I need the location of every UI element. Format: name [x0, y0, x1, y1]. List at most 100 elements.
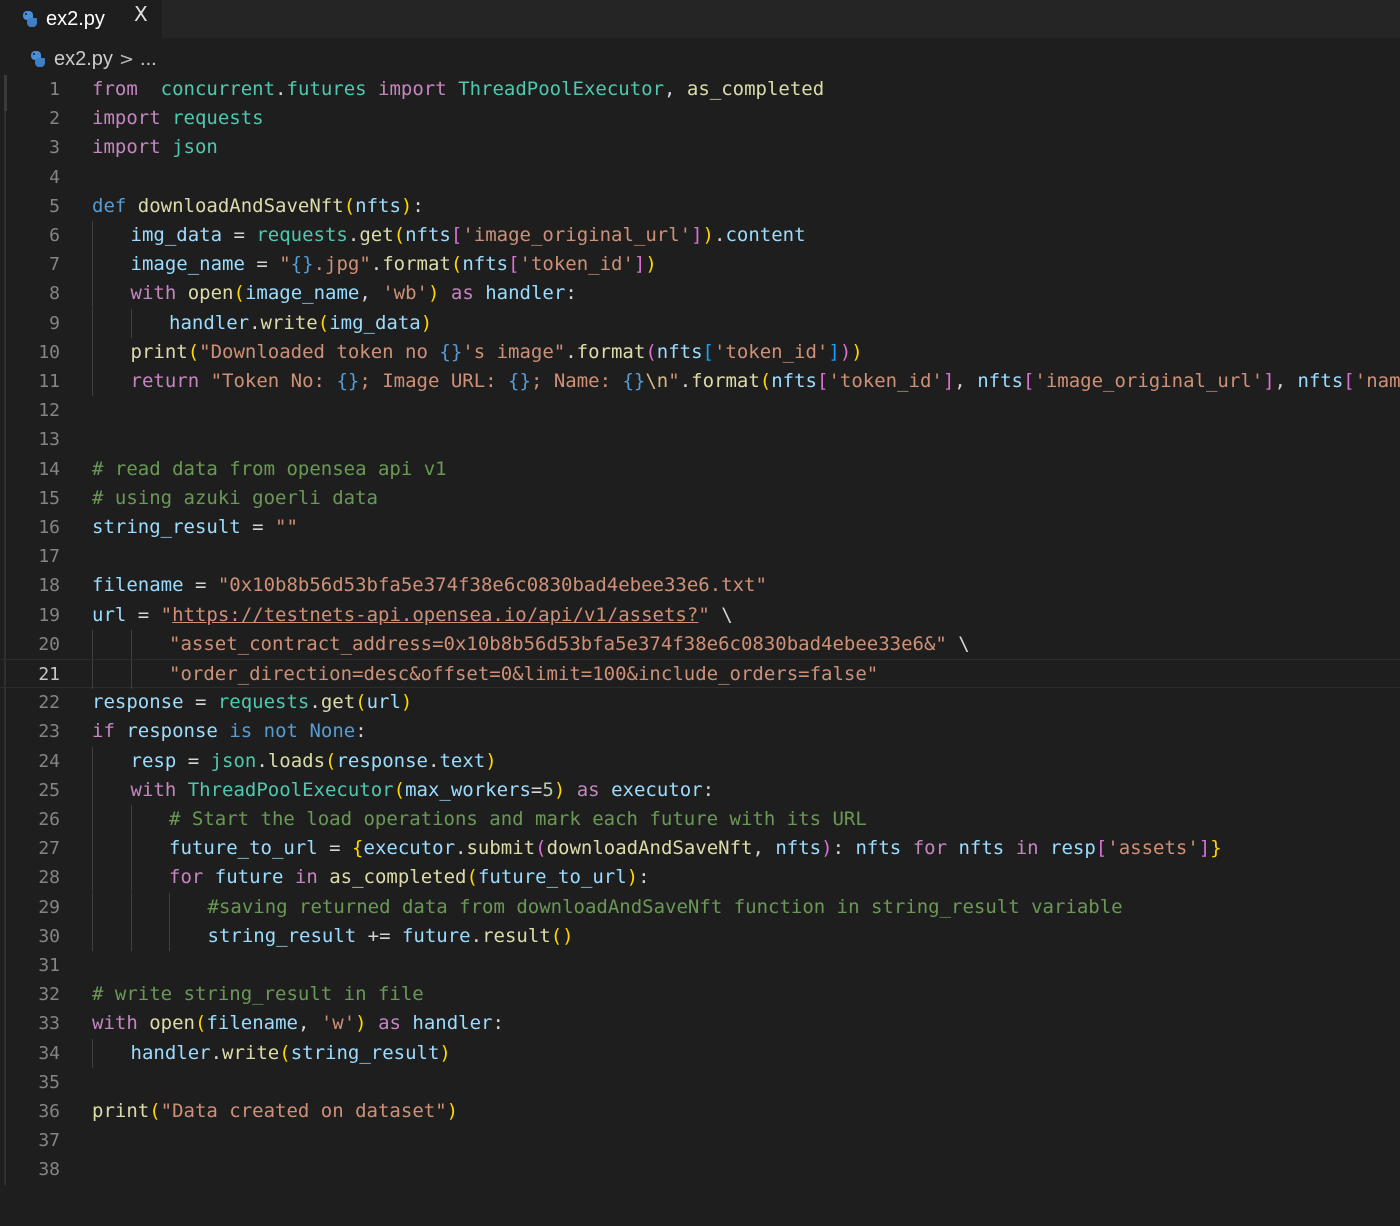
code-line[interactable]: 3 import json [0, 133, 1400, 162]
code-token: , [1274, 370, 1298, 392]
code-token: text [439, 749, 486, 772]
code-token: with [130, 778, 177, 801]
indent-guide [131, 863, 132, 893]
line-number: 30 [38, 925, 60, 947]
code-token: ) [400, 691, 413, 714]
code-line[interactable]: 16 string_result = "" [0, 513, 1400, 542]
code-line[interactable]: 7 image_name = "{}.jpg".format(nfts['toke… [0, 250, 1400, 280]
code-token: , [359, 282, 383, 305]
code-token: json [172, 136, 218, 159]
code-token: ) [427, 282, 440, 305]
code-text: import requests [92, 104, 264, 133]
close-icon[interactable]: X [134, 2, 148, 26]
line-number: 7 [49, 254, 60, 276]
code-line[interactable]: 31 [0, 951, 1400, 980]
line-number: 29 [38, 896, 60, 918]
code-line[interactable]: 4 [0, 163, 1400, 192]
code-line[interactable]: 35 [0, 1068, 1400, 1097]
code-line[interactable]: 22 response = requests.get(url) [0, 688, 1400, 717]
code-line[interactable]: 37 [0, 1126, 1400, 1155]
code-token: [ [817, 370, 829, 392]
code-text: resp = json.loads(response.text) [131, 747, 497, 776]
code-token: 's image" [462, 340, 566, 363]
code-line[interactable]: 24 resp = json.loads(response.text) [0, 746, 1400, 776]
indent-guide [131, 892, 132, 922]
code-line[interactable]: 2 import requests [0, 104, 1400, 133]
code-token: None [309, 720, 356, 743]
code-token: as [576, 778, 600, 801]
code-line[interactable]: 12 [0, 396, 1400, 425]
code-line[interactable]: 34 handler.write(string_result) [0, 1038, 1400, 1068]
code-token: as [450, 282, 474, 305]
code-line[interactable]: 15 # using azuki goerli data [0, 484, 1400, 513]
code-line[interactable]: 21 "order_direction=desc&offset=0&limit=1… [0, 659, 1400, 689]
code-line[interactable]: 13 [0, 425, 1400, 454]
code-token: in [1015, 837, 1039, 860]
code-token: ) [851, 340, 863, 363]
code-token: ( [279, 1041, 291, 1064]
code-line[interactable]: 9 handler.write(img_data) [0, 308, 1400, 338]
code-line[interactable]: 18 filename = "0x10b8b56d53bfa5e374f38e6c… [0, 571, 1400, 600]
code-token: is [229, 720, 253, 743]
code-token: ] [633, 253, 646, 276]
code-line[interactable]: 10 print("Downloaded token no {}'s image"… [0, 337, 1400, 367]
code-line[interactable]: 1 from concurrent.futures import ThreadPo… [0, 75, 1400, 104]
code-line[interactable]: 6 img_data = requests.get(nfts['image_ori… [0, 221, 1400, 250]
code-token: image_name [244, 282, 360, 305]
code-token: https://testnets-api.opensea.io/api/v1/a… [172, 603, 699, 626]
code-line[interactable]: 36 print("Data created on dataset") [0, 1097, 1400, 1126]
indent-guide [92, 629, 93, 659]
code-line[interactable]: 8 with open(image_name, 'wb') as handler: [0, 279, 1400, 309]
code-line[interactable]: 29 #saving returned data from downloadAnd… [0, 892, 1400, 922]
code-text: return "Token No: {}; Image URL: {}; Nam… [131, 367, 1400, 396]
code-token: . [370, 253, 383, 276]
code-token: img_data [130, 224, 223, 246]
code-line[interactable]: 5 def downloadAndSaveNft(nfts): [0, 192, 1400, 221]
code-line[interactable]: 23 if response is not None: [0, 717, 1400, 746]
tab-ex2-py[interactable]: ex2.py X [0, 0, 163, 38]
breadcrumb-file[interactable]: ex2.py [54, 48, 113, 71]
breadcrumb-symbols[interactable]: ... [140, 48, 157, 71]
code-line[interactable]: 20 "asset_contract_address=0x10b8b56d53bf… [0, 629, 1400, 659]
indent-guide [92, 834, 93, 864]
code-text: handler.write(img_data) [169, 309, 432, 338]
code-token: ( [393, 778, 406, 801]
code-text: # write string_result in file [92, 980, 424, 1009]
code-token: {} [336, 370, 360, 392]
code-line[interactable]: 33 with open(filename, 'w') as handler: [0, 1009, 1400, 1038]
code-editor[interactable]: 1 from concurrent.futures import ThreadPo… [0, 75, 1400, 1226]
code-line[interactable]: 38 [0, 1155, 1400, 1184]
code-line[interactable]: 27 future_to_url = {executor.submit(downl… [0, 834, 1400, 864]
code-line[interactable]: 30 string_result += future.result() [0, 921, 1400, 951]
code-line[interactable]: 11 return "Token No: {}; Image URL: {}; N… [0, 367, 1400, 396]
code-line[interactable]: 26 # Start the load operations and mark e… [0, 805, 1400, 834]
code-line[interactable]: 14 # read data from opensea api v1 [0, 455, 1400, 484]
code-token: nfts [771, 370, 817, 392]
code-token: from [92, 78, 138, 100]
code-token: ] [1263, 370, 1275, 392]
code-token: format [576, 340, 646, 363]
code-text: img_data = requests.get(nfts['image_orig… [131, 221, 806, 250]
code-line[interactable]: 28 for future in as_completed(future_to_u… [0, 863, 1400, 893]
code-text: with ThreadPoolExecutor(max_workers=5) a… [131, 776, 715, 805]
code-token: def [92, 194, 127, 217]
indent-guide [131, 805, 132, 834]
code-line[interactable]: 32 # write string_result in file [0, 980, 1400, 1009]
breadcrumb[interactable]: ex2.py > ... [30, 46, 157, 72]
code-token: open [187, 282, 234, 305]
line-number: 4 [49, 166, 60, 188]
code-token: 'token_id' [713, 340, 829, 363]
code-line[interactable]: 19 url = "https://testnets-api.opensea.io… [0, 601, 1400, 630]
indent-guide [92, 367, 93, 396]
code-token: [ [1022, 370, 1035, 392]
code-line[interactable]: 17 [0, 542, 1400, 571]
code-text: "asset_contract_address=0x10b8b56d53bfa5… [169, 630, 970, 659]
code-token: 'image_original_url' [462, 224, 692, 246]
code-line[interactable]: 25 with ThreadPoolExecutor(max_workers=5)… [0, 775, 1400, 805]
code-token: result [482, 924, 551, 947]
line-number: 37 [38, 1130, 60, 1152]
